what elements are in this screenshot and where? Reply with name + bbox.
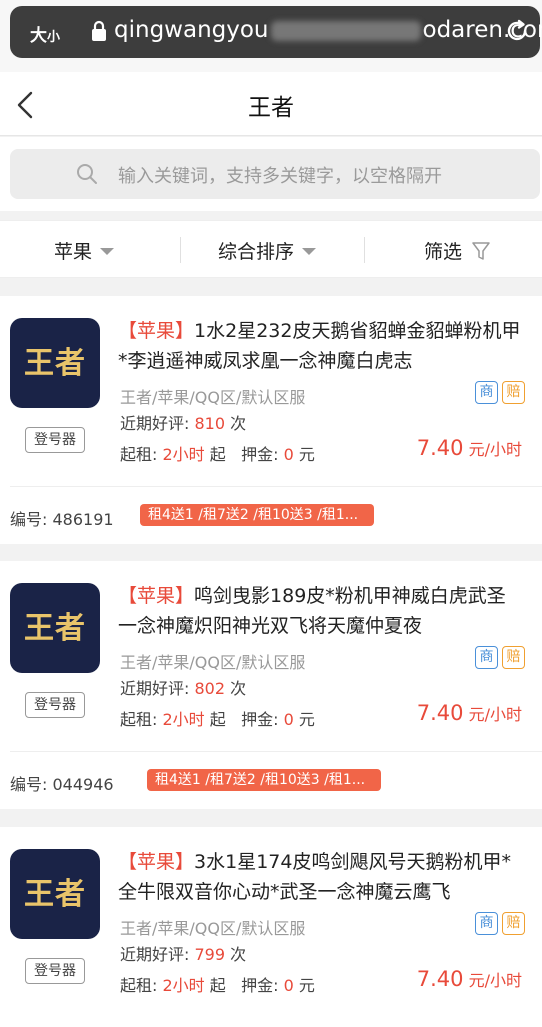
compensation-badge: 赔 <box>502 646 525 669</box>
price: 7.40 元/小时 <box>416 436 522 460</box>
listing-meta: 王者/苹果/QQ区/默认区服 <box>120 653 306 672</box>
divider <box>180 237 181 263</box>
search-input[interactable]: 输入关键词，支持多关键字，以空格隔开 <box>10 149 540 199</box>
game-logo: 王者 <box>10 318 100 408</box>
lock-icon <box>92 20 106 41</box>
address-bar[interactable]: 大小 qingwangyouodaren.com <box>10 6 542 58</box>
filter-bar: 苹果 综合排序 筛选 <box>0 220 542 278</box>
listing-title: 【苹果】3水1星174皮鸣剑飓风号天鹅粉机甲*全牛限双音你心动*武圣一念神魔云鹰… <box>118 851 511 903</box>
login-tool-tag: 登号器 <box>25 958 85 984</box>
listing-badges: 商赔 <box>471 912 525 935</box>
divider <box>10 751 542 752</box>
listing-card[interactable]: 王者 登号器 【苹果】鸣剑曳影189皮*粉机甲神威白虎武圣一念神魔炽阳神光双飞将… <box>0 561 542 809</box>
url-redacted <box>270 20 421 41</box>
listing-card[interactable]: 王者 登号器 【苹果】1水2星232皮天鹅省貂蝉金貂蝉粉机甲*李逍遥神威凤求凰一… <box>0 296 542 544</box>
rent-info: 起租: 2小时 起 押金: 0 元 <box>120 976 315 995</box>
caret-down-icon <box>302 247 317 255</box>
listing-card[interactable]: 王者 登号器 【苹果】3水1星174皮鸣剑飓风号天鹅粉机甲*全牛限双音你心动*武… <box>0 827 542 1027</box>
caret-down-icon <box>100 247 115 255</box>
rating: 近期好评: 810 次 <box>120 414 247 433</box>
search-icon <box>77 164 97 184</box>
browser-chrome: 大小 qingwangyouodaren.com <box>0 0 542 72</box>
rent-info: 起租: 2小时 起 押金: 0 元 <box>120 710 315 729</box>
game-logo: 王者 <box>10 849 100 939</box>
reload-icon[interactable] <box>504 18 530 44</box>
rating: 近期好评: 802 次 <box>120 679 247 698</box>
page-title: 王者 <box>248 95 294 121</box>
listing-meta: 王者/苹果/QQ区/默认区服 <box>120 919 306 938</box>
merchant-badge: 商 <box>475 646 498 669</box>
url-text[interactable]: qingwangyouodaren.com <box>114 17 542 43</box>
game-logo: 王者 <box>10 583 100 673</box>
nav-bar: 王者 <box>0 72 542 136</box>
listing-badges: 商赔 <box>471 381 525 404</box>
listing-title: 【苹果】1水2星232皮天鹅省貂蝉金貂蝉粉机甲*李逍遥神威凤求凰一念神魔白虎志 <box>118 320 521 372</box>
listing-meta: 王者/苹果/QQ区/默认区服 <box>120 388 306 407</box>
price: 7.40 元/小时 <box>416 701 522 725</box>
filter-platform[interactable]: 苹果 <box>54 237 115 264</box>
promo-badge: 租4送1 /租7送2 /租10送3 /租1... <box>140 504 374 526</box>
login-tool-tag: 登号器 <box>25 692 85 718</box>
listing-code: 编号: 486191 <box>10 510 114 529</box>
promo-badge: 租4送1 /租7送2 /租10送3 /租1... <box>147 769 381 791</box>
merchant-badge: 商 <box>475 912 498 935</box>
price: 7.40 元/小时 <box>416 967 522 991</box>
search-section: 输入关键词，支持多关键字，以空格隔开 <box>0 137 542 211</box>
divider <box>364 237 365 263</box>
rating: 近期好评: 799 次 <box>120 945 247 964</box>
search-placeholder: 输入关键词，支持多关键字，以空格隔开 <box>118 166 442 187</box>
compensation-badge: 赔 <box>502 381 525 404</box>
compensation-badge: 赔 <box>502 912 525 935</box>
listing-title: 【苹果】鸣剑曳影189皮*粉机甲神威白虎武圣一念神魔炽阳神光双飞将天魔仲夏夜 <box>118 585 506 637</box>
filter-button[interactable]: 筛选 <box>424 237 490 264</box>
login-tool-tag: 登号器 <box>25 427 85 453</box>
divider <box>10 486 542 487</box>
funnel-icon <box>472 241 490 260</box>
listing-code: 编号: 044946 <box>10 775 114 794</box>
filter-sort[interactable]: 综合排序 <box>218 237 317 264</box>
listing-badges: 商赔 <box>471 646 525 669</box>
rent-info: 起租: 2小时 起 押金: 0 元 <box>120 445 315 464</box>
merchant-badge: 商 <box>475 381 498 404</box>
text-size-button[interactable]: 大小 <box>30 21 60 46</box>
